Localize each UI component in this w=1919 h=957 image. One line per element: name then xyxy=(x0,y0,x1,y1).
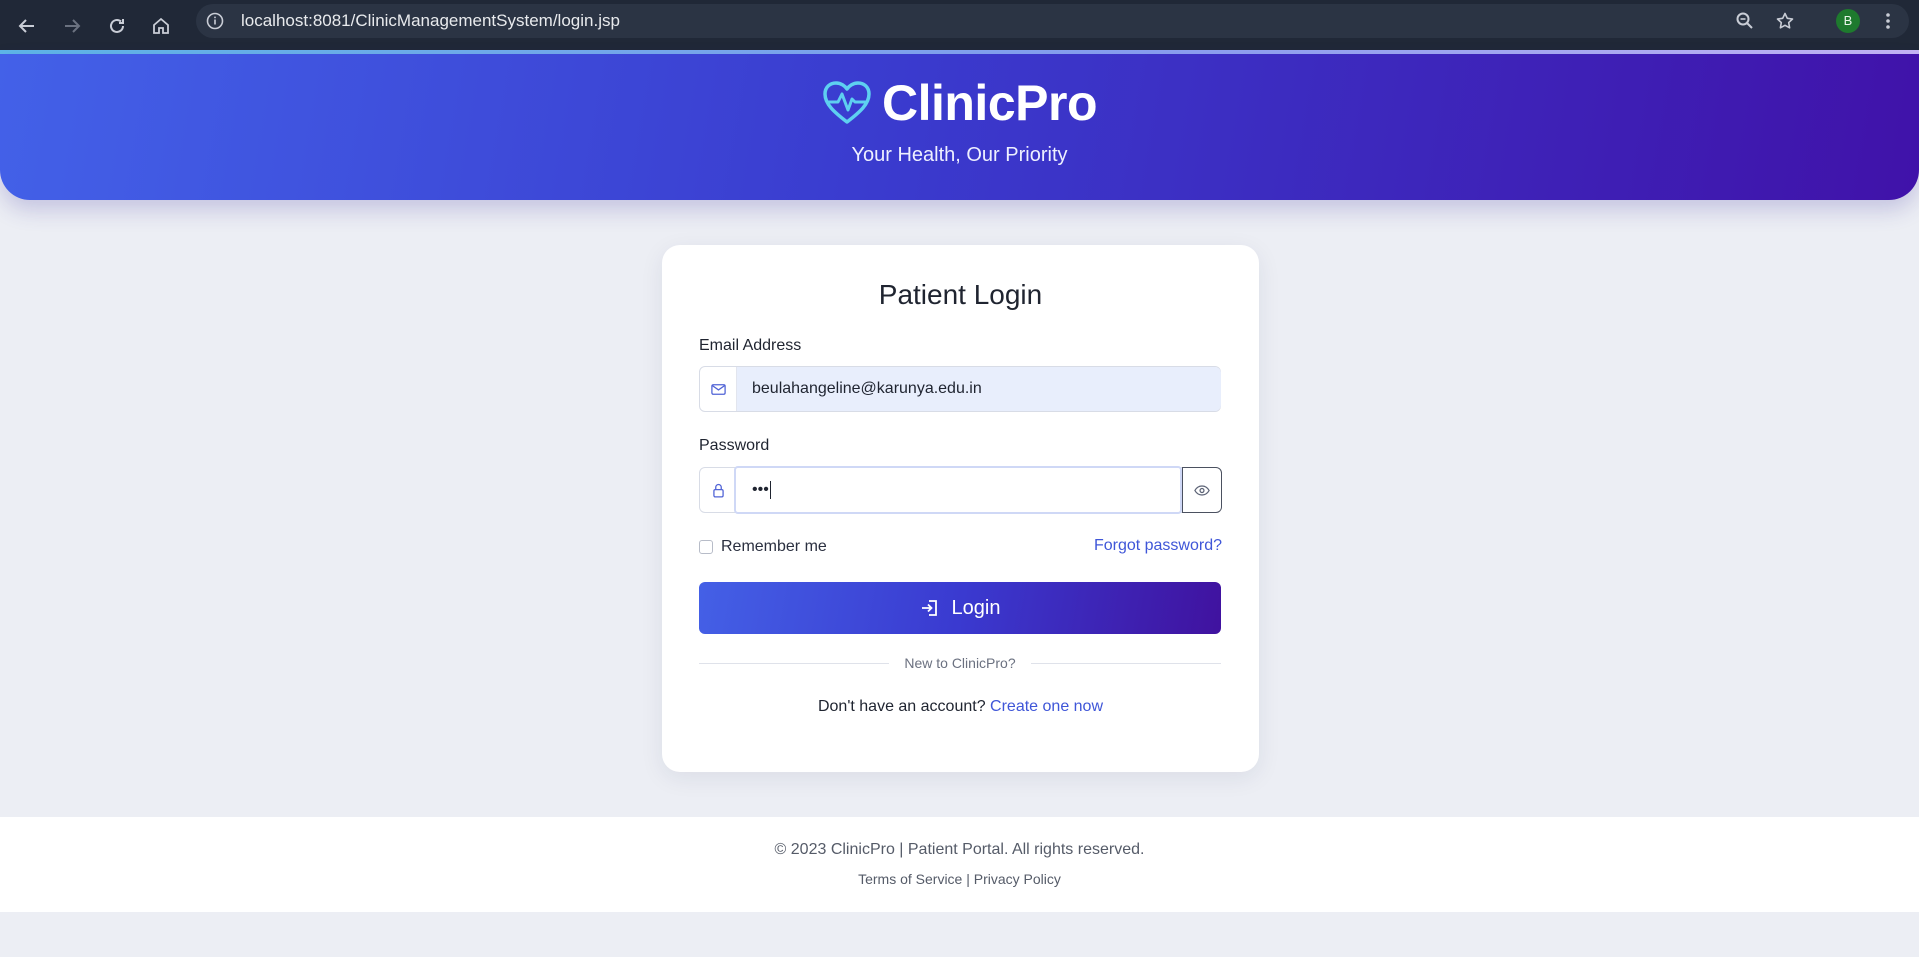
footer-links: Terms of Service | Privacy Policy xyxy=(0,871,1919,887)
email-label: Email Address xyxy=(699,337,802,354)
password-value: ••• xyxy=(752,481,769,498)
divider: New to ClinicPro? xyxy=(699,655,1221,671)
remember-label[interactable]: Remember me xyxy=(721,538,827,556)
login-button[interactable]: Login xyxy=(699,582,1221,634)
reload-icon[interactable] xyxy=(99,8,135,44)
password-field[interactable]: ••• xyxy=(734,466,1182,514)
signup-text: Don't have an account? xyxy=(817,698,986,715)
toggle-password-visibility-button[interactable] xyxy=(1182,467,1222,513)
address-bar[interactable]: localhost:8081/ClinicManagementSystem/lo… xyxy=(196,4,1909,38)
site-header: ClinicPro Your Health, Our Priority xyxy=(0,54,1919,200)
forward-icon[interactable] xyxy=(54,8,90,44)
lock-icon xyxy=(700,468,737,512)
login-icon xyxy=(921,600,937,616)
home-icon[interactable] xyxy=(143,8,179,44)
create-account-link[interactable]: Create one now xyxy=(990,698,1103,715)
terms-link[interactable]: Terms of Service xyxy=(858,871,962,887)
page-title: Patient Login xyxy=(878,279,1043,310)
email-input-group: beulahangeline@karunya.edu.in xyxy=(699,366,1221,412)
divider-text: New to ClinicPro? xyxy=(904,655,1016,671)
login-button-label: Login xyxy=(951,596,1001,619)
more-menu-icon[interactable] xyxy=(1876,7,1900,35)
site-info-icon[interactable] xyxy=(206,12,224,30)
profile-avatar[interactable]: B xyxy=(1836,9,1860,33)
brand-logo[interactable]: ClinicPro xyxy=(0,74,1919,132)
heartbeat-icon xyxy=(823,81,871,124)
remember-checkbox[interactable] xyxy=(699,540,713,554)
signup-prompt: Don't have an account? Create one now xyxy=(662,698,1259,716)
back-icon[interactable] xyxy=(9,8,45,44)
eye-icon xyxy=(1194,484,1210,496)
site-footer: © 2023 ClinicPro | Patient Portal. All r… xyxy=(0,817,1919,912)
password-label: Password xyxy=(699,437,770,454)
privacy-link[interactable]: Privacy Policy xyxy=(974,871,1061,887)
login-card: Patient Login Email Address beulahangeli… xyxy=(662,245,1259,772)
url-text[interactable]: localhost:8081/ClinicManagementSystem/lo… xyxy=(241,4,620,38)
browser-toolbar: localhost:8081/ClinicManagementSystem/lo… xyxy=(0,0,1919,50)
tagline: Your Health, Our Priority xyxy=(851,144,1068,166)
forgot-password-link[interactable]: Forgot password? xyxy=(1094,537,1222,555)
brand-name: ClinicPro xyxy=(882,75,1097,131)
bookmark-star-icon[interactable] xyxy=(1772,8,1798,34)
envelope-icon xyxy=(700,367,737,411)
zoom-icon[interactable] xyxy=(1732,8,1758,34)
remember-me[interactable]: Remember me xyxy=(699,537,827,557)
copyright-text: © 2023 ClinicPro | Patient Portal. All r… xyxy=(774,841,1145,858)
email-field[interactable]: beulahangeline@karunya.edu.in xyxy=(737,367,1221,411)
password-input-group: ••• xyxy=(699,466,1222,514)
footer-separator: | xyxy=(966,871,970,887)
